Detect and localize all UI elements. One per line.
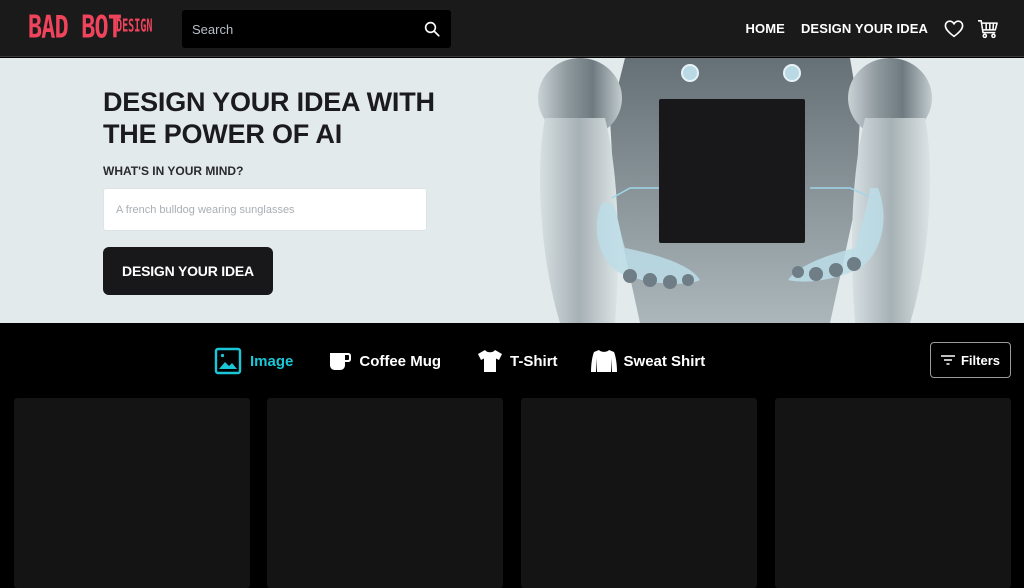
- category-tabs: Image Coffee Mug T-Shirt Sweat Shirt: [214, 346, 740, 376]
- site-header: BAD BOT DESIGN HOME DESIGN YOUR IDEA: [0, 0, 1024, 57]
- product-card[interactable]: [14, 398, 250, 588]
- logo-main-text: BAD BOT: [28, 13, 92, 44]
- tab-coffee-mug[interactable]: Coffee Mug: [328, 347, 441, 375]
- main-nav: HOME DESIGN YOUR IDEA: [746, 0, 1000, 57]
- mug-icon: [328, 347, 352, 375]
- filter-icon: [941, 355, 955, 365]
- tab-sweat-shirt-label: Sweat Shirt: [624, 353, 706, 370]
- tab-sweat-shirt[interactable]: Sweat Shirt: [590, 347, 706, 375]
- search-icon[interactable]: [423, 20, 441, 38]
- logo-sub-text: DESIGN: [116, 14, 152, 39]
- product-card[interactable]: [775, 398, 1011, 588]
- product-card[interactable]: [267, 398, 503, 588]
- hero-section: DESIGN YOUR IDEA WITH THE POWER OF AI WH…: [0, 58, 1024, 323]
- tab-image[interactable]: Image: [214, 347, 293, 375]
- nav-design-your-idea[interactable]: DESIGN YOUR IDEA: [801, 21, 928, 36]
- tab-image-label: Image: [250, 353, 293, 370]
- filters-button[interactable]: Filters: [930, 342, 1011, 378]
- filters-label: Filters: [961, 353, 1000, 368]
- search-bar: [182, 10, 451, 48]
- logo[interactable]: BAD BOT DESIGN: [28, 12, 167, 44]
- image-icon: [214, 347, 242, 375]
- sweatshirt-icon: [590, 347, 618, 375]
- cart-icon[interactable]: [976, 17, 1000, 41]
- tab-tshirt[interactable]: T-Shirt: [476, 347, 558, 375]
- tshirt-icon: [476, 347, 504, 375]
- hero-title: DESIGN YOUR IDEA WITH THE POWER OF AI: [103, 86, 463, 150]
- design-preview-box: [659, 99, 805, 243]
- tab-coffee-mug-label: Coffee Mug: [359, 353, 441, 370]
- nav-home[interactable]: HOME: [746, 21, 785, 36]
- product-card[interactable]: [521, 398, 757, 588]
- heart-icon[interactable]: [942, 17, 966, 41]
- tab-tshirt-label: T-Shirt: [510, 353, 558, 370]
- design-your-idea-button[interactable]: DESIGN YOUR IDEA: [103, 247, 273, 295]
- prompt-input[interactable]: [103, 188, 427, 231]
- prompt-label: WHAT'S IN YOUR MIND?: [103, 164, 243, 178]
- search-input[interactable]: [182, 10, 451, 48]
